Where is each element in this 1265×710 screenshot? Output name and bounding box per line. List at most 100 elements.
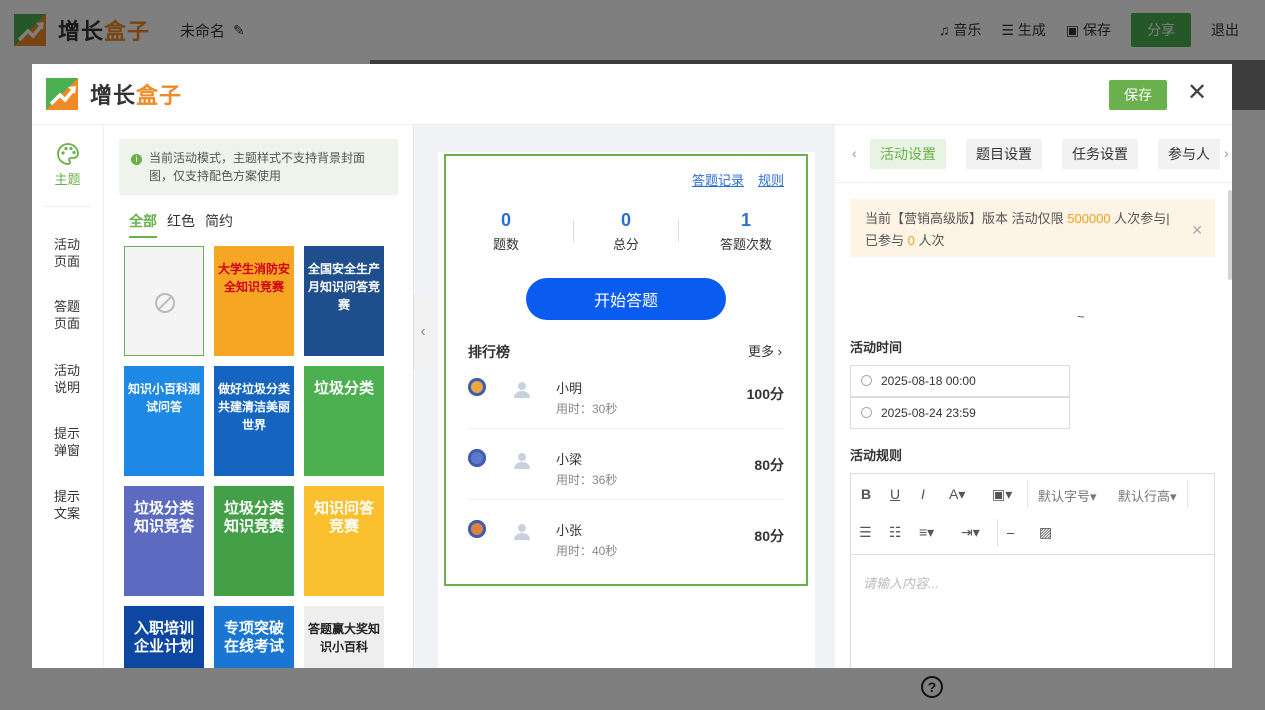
nav-item-popup[interactable]: 提示 弹窗 (32, 425, 104, 459)
line-height-select[interactable]: 默认行高▾ (1118, 486, 1177, 505)
stat-divider (678, 220, 679, 242)
settings-tabs: ‹ 活动设置 题目设置 任务设置 参与人 › (835, 125, 1232, 183)
filter-red[interactable]: 红色 (167, 211, 195, 238)
tab-task-settings[interactable]: 任务设置 (1062, 139, 1138, 169)
ranking-row: 小梁 用时：36秒 80分 (468, 449, 784, 520)
ranking-title: 排行榜 (468, 344, 510, 360)
ordered-list-icon[interactable]: ☷ (889, 524, 902, 541)
bullet-list-icon[interactable]: ☰ (859, 524, 872, 541)
theme-card[interactable]: 知识问答竞赛 (304, 486, 384, 596)
chevron-right-icon: › (777, 344, 782, 359)
nav-item-copy[interactable]: 提示 文案 (32, 488, 104, 522)
theme-card-title: 垃圾分类 (313, 380, 374, 397)
ranking-time: 用时：30秒 (556, 402, 618, 416)
collapse-handle[interactable]: ‹ (414, 294, 432, 370)
clock-icon (861, 407, 872, 418)
ranking-divider (468, 499, 784, 500)
modal-header: 增长盒子 保存 ✕ (32, 64, 1232, 125)
chevron-right-icon[interactable]: › (1224, 145, 1229, 161)
tab-participants[interactable]: 参与人 (1158, 139, 1220, 169)
help-icon[interactable]: ? (921, 676, 943, 698)
tab-activity-settings[interactable]: 活动设置 (870, 139, 946, 169)
nav-item-answer-page[interactable]: 答题 页面 (32, 298, 104, 332)
info-icon: i (131, 154, 142, 165)
theme-card-none[interactable] (124, 246, 204, 356)
theme-card[interactable]: 大学生消防安全知识竞赛 (214, 246, 294, 356)
theme-card-title: 垃圾分类知识竞答 (133, 500, 194, 535)
bold-icon[interactable]: B (861, 486, 871, 502)
chevron-left-icon[interactable]: ‹ (852, 145, 857, 161)
toolbar-divider (1187, 480, 1188, 508)
activity-time-label: 活动时间 (850, 340, 903, 355)
theme-card[interactable]: 入职培训企业计划 (124, 606, 204, 668)
end-time-input[interactable]: 2025-08-24 23:59 (850, 397, 1070, 429)
medal-icon (468, 449, 486, 467)
theme-card-title: 垃圾分类知识竞赛 (223, 500, 284, 535)
theme-card[interactable]: 做好垃圾分类共建清洁美丽世界 (214, 366, 294, 476)
stats-row: 0 题数 0 总分 1 答题次数 (446, 210, 806, 253)
theme-card[interactable]: 垃圾分类知识竞答 (124, 486, 204, 596)
medal-icon (468, 520, 486, 538)
palette-icon (56, 143, 79, 165)
ranking-more-link[interactable]: 更多 › (748, 341, 782, 360)
toolbar-divider (997, 519, 998, 547)
tab-question-settings[interactable]: 题目设置 (966, 139, 1042, 169)
theme-filter-tabs: 全部 红色 简约 (129, 211, 233, 238)
modal-save-button[interactable]: 保存 (1109, 80, 1167, 110)
underline-icon[interactable]: U (890, 486, 900, 502)
nav-item-activity-desc[interactable]: 活动 说明 (32, 362, 104, 396)
brand-name-2: 盒子 (136, 83, 183, 108)
close-warning-icon[interactable]: ✕ (1191, 219, 1203, 241)
nav-item-activity-page[interactable]: 活动 页面 (32, 236, 104, 270)
divider-icon[interactable]: ⎯ (1007, 524, 1014, 541)
align-icon[interactable]: ≡▾ (919, 524, 934, 541)
theme-modal: 增长盒子 保存 ✕ 主题 活动 页面 答题 页面 活动 说明 提示 弹窗 提示 … (32, 64, 1232, 668)
indent-icon[interactable]: ⇥▾ (961, 524, 980, 541)
ranking-time: 用时：36秒 (556, 473, 618, 487)
no-theme-icon (155, 293, 175, 313)
start-quiz-button[interactable]: 开始答题 (526, 278, 726, 320)
medal-icon (468, 378, 486, 396)
preview-frame[interactable]: 答题记录 规则 0 题数 0 总分 1 答题次数 开始答题 排行榜 更多 › 小明用时… (444, 154, 808, 586)
nav-item-theme[interactable]: 主题 (44, 125, 91, 207)
theme-card[interactable]: 答题赢大奖知识小百科 (304, 606, 384, 668)
editor-toolbar: B U I A▾ ▣▾ 默认字号▾ 默认行高▾ ☰ ☷ ≡▾ ⇥▾ ⎯ ▨ (851, 474, 1214, 555)
answer-record-link[interactable]: 答题记录 (692, 170, 744, 189)
activity-rules-label: 活动规则 (850, 448, 903, 463)
theme-card[interactable]: 知识小百科测试问答 (124, 366, 204, 476)
stat-questions: 0 题数 (492, 210, 519, 252)
settings-scrollbar[interactable] (1228, 190, 1232, 280)
theme-card[interactable]: 专项突破在线考试 (214, 606, 294, 668)
rules-editor-input[interactable]: 请输入内容... (863, 573, 939, 592)
ranking-name: 小明 (556, 381, 583, 396)
brand-name-1: 增长 (90, 83, 137, 108)
avatar-icon (514, 453, 530, 469)
version-limit-warning: 当前【营销高级版】版本 活动仅限 500000 人次参与| 已参与 0 人次 ✕ (850, 199, 1215, 257)
theme-card[interactable]: 垃圾分类 (304, 366, 384, 476)
theme-card-title: 知识问答竞赛 (313, 500, 374, 535)
rules-link[interactable]: 规则 (758, 170, 784, 189)
theme-card-title: 做好垃圾分类共建清洁美丽世界 (218, 382, 291, 432)
theme-card-title: 入职培训企业计划 (133, 620, 194, 655)
ranking-row: 小明 用时：30秒 100分 (468, 378, 784, 449)
theme-card-title: 全国安全生产月知识问答竞赛 (308, 262, 381, 312)
start-time-input[interactable]: 2025-08-18 00:00 (850, 365, 1070, 397)
stat-answer-count: 1 答题次数 (719, 210, 772, 252)
theme-card-title: 知识小百科测试问答 (128, 382, 201, 414)
rules-editor: B U I A▾ ▣▾ 默认字号▾ 默认行高▾ ☰ ☷ ≡▾ ⇥▾ ⎯ ▨ 请输… (850, 473, 1215, 668)
filter-all[interactable]: 全部 (129, 211, 157, 238)
theme-card[interactable]: 全国安全生产月知识问答竞赛 (304, 246, 384, 356)
time-separator: ~ (1077, 309, 1085, 324)
theme-card[interactable]: 垃圾分类知识竞赛 (214, 486, 294, 596)
stat-total-score: 0 总分 (612, 210, 639, 252)
settings-panel: ‹ 活动设置 题目设置 任务设置 参与人 › 当前【营销高级版】版本 活动仅限 … (835, 125, 1232, 668)
theme-card-title: 专项突破在线考试 (223, 620, 284, 655)
image-icon[interactable]: ▨ (1039, 524, 1052, 541)
font-size-select[interactable]: 默认字号▾ (1038, 486, 1097, 505)
font-color-icon[interactable]: A▾ (949, 486, 965, 503)
highlight-icon[interactable]: ▣▾ (992, 486, 1012, 503)
close-icon[interactable]: ✕ (1186, 81, 1208, 105)
filter-simple[interactable]: 简约 (205, 211, 233, 238)
stat-divider (573, 220, 574, 242)
italic-icon[interactable]: I (921, 486, 925, 502)
